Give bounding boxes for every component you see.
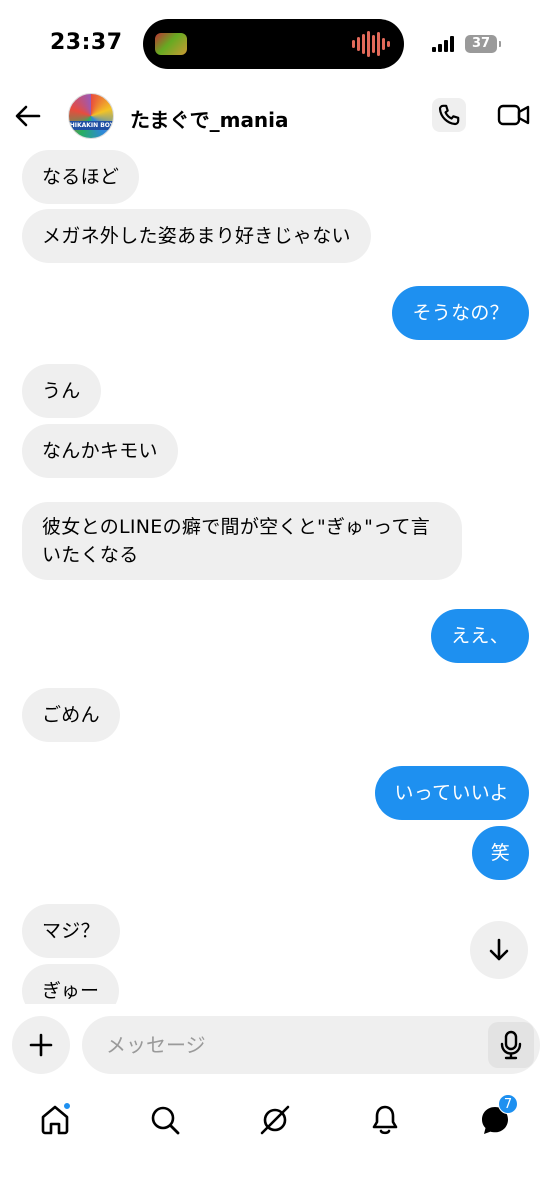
bottom-navigation: 7	[0, 1084, 552, 1200]
status-time: 23:37	[50, 30, 123, 55]
arrow-down-icon	[489, 938, 509, 961]
message-incoming[interactable]: 彼女とのLINEの癖で間が空くと"ぎゅ"って言いたくなる	[22, 502, 462, 580]
nav-messages[interactable]: 7	[473, 1094, 518, 1142]
back-arrow-icon	[15, 105, 41, 127]
message-input-container	[82, 1016, 540, 1074]
audio-waveform-icon	[352, 30, 390, 58]
message-outgoing[interactable]: そうなの？	[392, 286, 529, 340]
voice-call-button[interactable]	[432, 98, 466, 132]
message-composer	[0, 1004, 552, 1084]
message-incoming[interactable]: ごめん	[22, 688, 120, 742]
video-camera-icon	[497, 104, 530, 126]
plus-icon	[29, 1033, 53, 1057]
phone-icon	[438, 104, 460, 126]
now-playing-thumbnail	[155, 33, 187, 55]
message-outgoing[interactable]: いっていいよ	[374, 766, 529, 820]
status-bar: 23:37 37	[0, 0, 552, 90]
nav-notifications[interactable]	[363, 1098, 407, 1142]
battery-icon: 37	[465, 35, 501, 53]
back-button[interactable]	[10, 98, 46, 134]
message-incoming[interactable]: マジ？	[22, 904, 120, 958]
avatar-text: HIKAKIN BOX	[69, 121, 114, 130]
home-notification-dot	[63, 1102, 71, 1110]
nav-search[interactable]	[143, 1098, 187, 1142]
search-icon	[151, 1106, 180, 1135]
message-outgoing[interactable]: 笑	[471, 826, 529, 880]
notifications-icon	[372, 1105, 398, 1135]
voice-message-button[interactable]	[488, 1022, 534, 1068]
message-incoming[interactable]: なんかキモい	[22, 424, 178, 478]
nav-threads-feed[interactable]	[253, 1098, 297, 1142]
message-outgoing[interactable]: ええ、	[431, 609, 529, 663]
message-incoming[interactable]: メガネ外した姿あまり好きじゃない	[22, 209, 371, 263]
message-incoming[interactable]: なるほど	[22, 150, 140, 204]
chat-header: HIKAKIN BOX たまぐで_mania	[0, 90, 552, 146]
avatar[interactable]: HIKAKIN BOX	[68, 93, 114, 139]
video-call-button[interactable]	[496, 98, 532, 132]
chat-username[interactable]: たまぐで_mania	[130, 104, 289, 133]
nav-home[interactable]	[33, 1098, 77, 1142]
cellular-signal-icon	[432, 36, 454, 52]
message-incoming[interactable]: うん	[22, 364, 101, 418]
scroll-to-bottom-button[interactable]	[470, 921, 528, 979]
unread-messages-badge: 7	[498, 1094, 518, 1114]
message-input[interactable]	[106, 1016, 466, 1074]
dynamic-island[interactable]	[143, 19, 404, 69]
message-thread[interactable]: なるほど メガネ外した姿あまり好きじゃない そうなの？ うん なんかキモい 彼女…	[0, 146, 552, 1004]
add-attachment-button[interactable]	[12, 1016, 70, 1074]
message-incoming[interactable]: ぎゅー	[22, 964, 120, 1004]
microphone-icon	[500, 1030, 522, 1060]
reels-icon	[260, 1105, 290, 1135]
